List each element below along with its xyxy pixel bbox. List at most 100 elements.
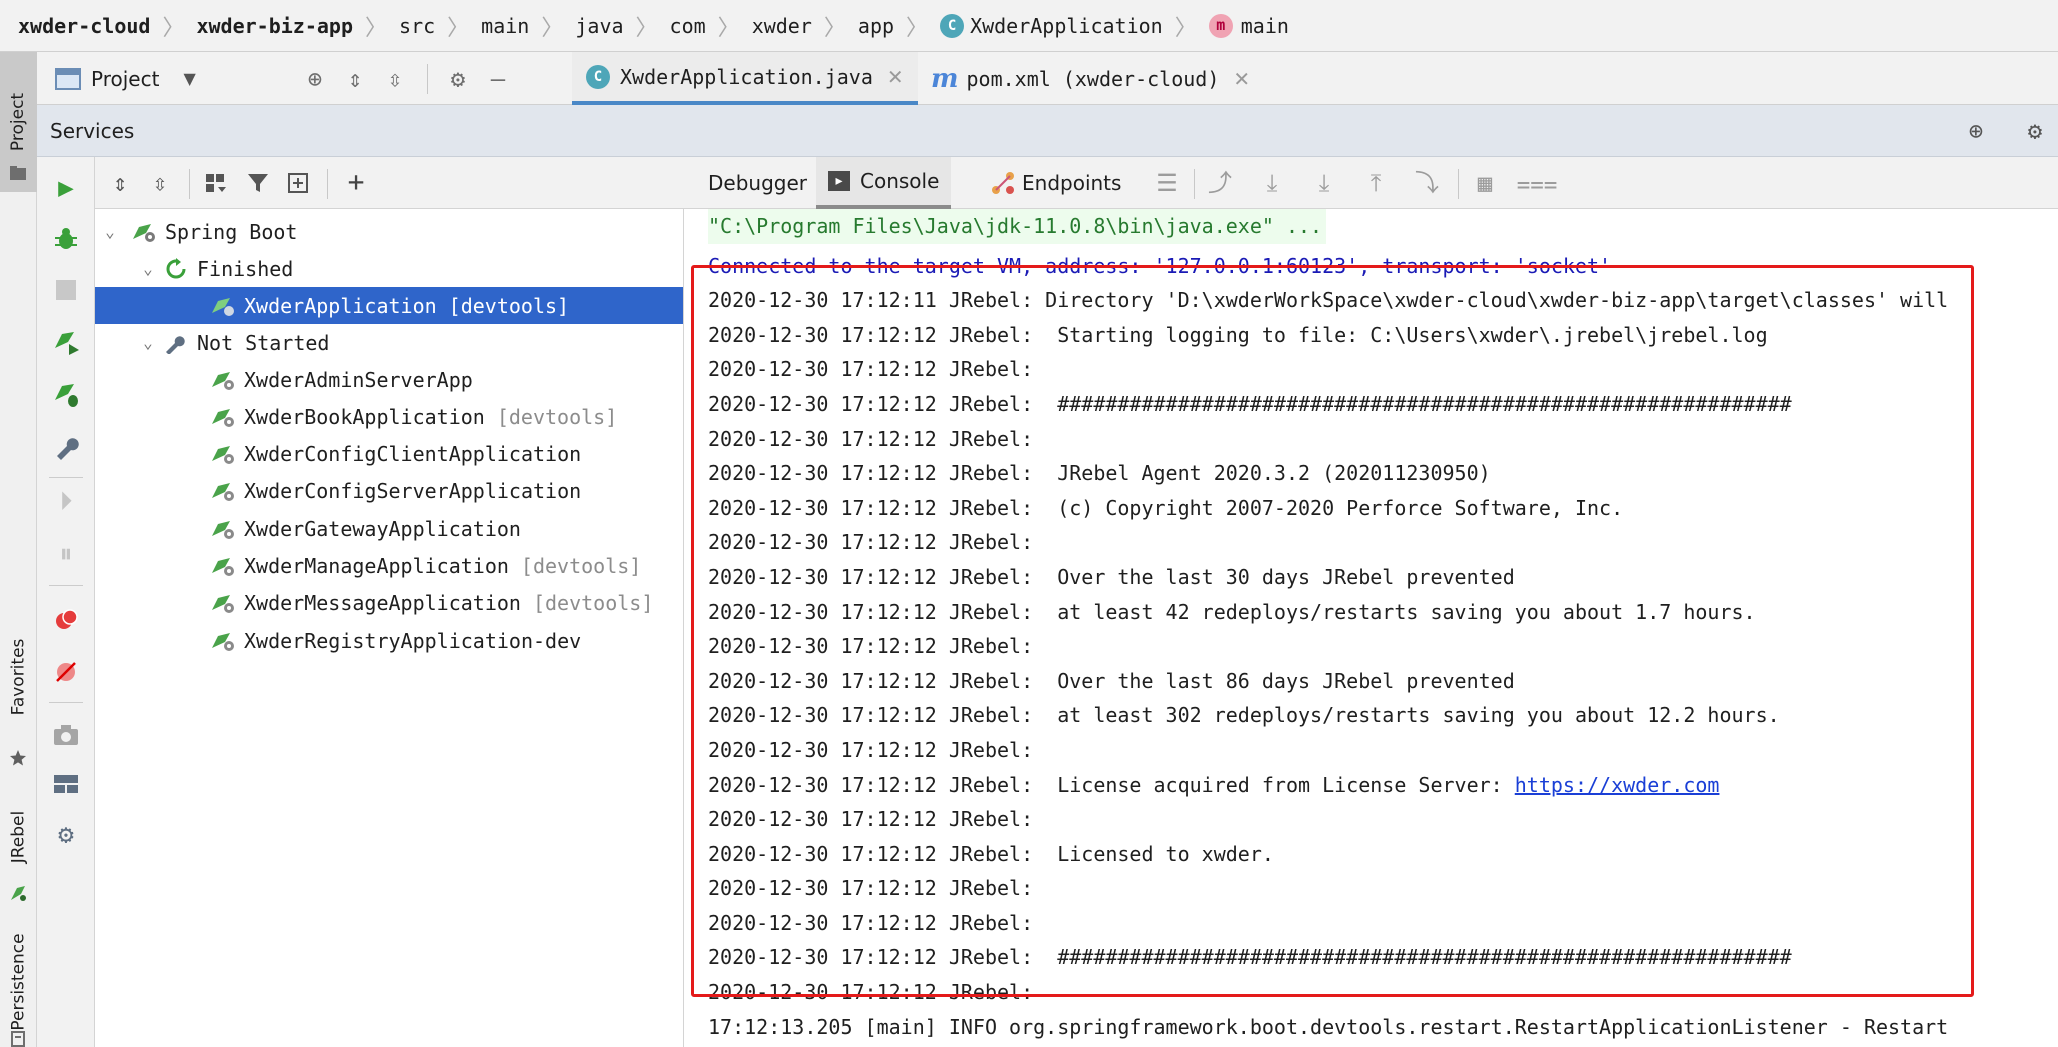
services-action-toolbar: ▶ ⏵ ⏸ ⚙: [37, 157, 95, 1047]
spring-boot-app-icon: [212, 446, 234, 465]
mute-breakpoints-icon[interactable]: [51, 657, 81, 687]
menu-icon[interactable]: ☰: [1154, 170, 1180, 196]
settings-icon[interactable]: ⚙: [51, 820, 81, 850]
layout-icon[interactable]: [51, 769, 81, 799]
view-breakpoints-icon[interactable]: [51, 605, 81, 635]
tree-node-spring-boot[interactable]: ⌄ Spring Boot: [95, 213, 684, 250]
tab-debugger[interactable]: Debugger: [708, 157, 807, 209]
console-toolbar: Debugger ▸ Console Endpoints ☰ ⤴ ⤓ ⤓ ⤒ ⤵…: [684, 157, 2058, 209]
run-icon[interactable]: ▶: [51, 173, 81, 203]
breadcrumb-separator: 〉: [823, 15, 846, 41]
new-service-icon[interactable]: [285, 170, 311, 196]
console-log-line: 2020-12-30 17:12:12 JRebel: License acqu…: [708, 768, 2058, 803]
breadcrumb-item-class[interactable]: C XwderApplication: [940, 0, 1163, 52]
tree-node-service[interactable]: XwderRegistryApplication-dev: [95, 622, 684, 659]
close-icon[interactable]: ✕: [887, 65, 904, 89]
console-panel: Debugger ▸ Console Endpoints ☰ ⤴ ⤓ ⤓ ⤒ ⤵…: [684, 157, 2058, 1047]
spring-boot-app-icon: [212, 558, 234, 576]
debug-spring-icon[interactable]: [51, 379, 81, 409]
target-icon[interactable]: ⊕: [1963, 118, 1989, 144]
collapse-all-icon[interactable]: ⇳: [147, 170, 173, 196]
console-line-text: 2020-12-30 17:12:12 JRebel: Licensed to …: [708, 841, 1274, 866]
expand-all-icon[interactable]: ⇕: [107, 170, 133, 196]
tree-node-service[interactable]: XwderConfigClientApplication: [95, 436, 684, 473]
spring-boot-app-icon: [212, 520, 234, 539]
tree-node-service[interactable]: XwderConfigServerApplication: [95, 473, 684, 510]
tab-xwder-application-java[interactable]: XwderApplication.java ✕: [572, 52, 918, 105]
tree-node-label: XwderAdminServerApp: [244, 367, 473, 392]
tree-node-service[interactable]: XwderAdminServerApp: [95, 361, 684, 398]
breadcrumb-item-xwder[interactable]: xwder: [752, 0, 812, 52]
license-server-link[interactable]: https://xwder.com: [1515, 773, 1720, 797]
breadcrumb-item-project[interactable]: xwder-cloud: [18, 0, 150, 52]
console-log-line: 2020-12-30 17:12:12 JRebel: (c) Copyrigh…: [708, 491, 2058, 526]
tree-node-service[interactable]: XwderBookApplication [devtools]: [95, 398, 684, 435]
breadcrumb-item-com[interactable]: com: [670, 0, 706, 52]
tab-persistence[interactable]: Persistence: [0, 922, 37, 1042]
step-over-icon[interactable]: ⤓: [1259, 170, 1285, 196]
console-line-text: 2020-12-30 17:12:12 JRebel: Over the las…: [708, 668, 1515, 693]
tree-node-not-started[interactable]: ⌄ Not Started: [133, 324, 684, 361]
breadcrumb-item-main-dir[interactable]: main: [481, 0, 529, 52]
breadcrumb-item-method[interactable]: m main: [1208, 0, 1289, 52]
tree-node-label: XwderRegistryApplication-dev: [244, 628, 582, 653]
console-line-text: 2020-12-30 17:12:12 JRebel:: [708, 910, 1034, 935]
locate-file-icon[interactable]: ⊕: [302, 66, 328, 92]
minimize-icon[interactable]: —: [485, 66, 511, 92]
run-to-cursor-icon[interactable]: ⤵: [1414, 170, 1440, 196]
tab-endpoints[interactable]: Endpoints: [990, 157, 1121, 209]
step-into-icon[interactable]: ⤓: [1311, 170, 1337, 196]
console-line-text: 2020-12-30 17:12:12 JRebel:: [708, 737, 1034, 762]
chevron-down-icon[interactable]: ⌄: [133, 259, 163, 278]
spring-boot-app-icon: [212, 408, 234, 427]
show-execution-point-icon[interactable]: ⤴: [1207, 170, 1233, 196]
tab-pom-xml[interactable]: m pom.xml (xwder-cloud) ✕: [917, 52, 1264, 105]
chevron-down-icon[interactable]: ⌄: [95, 222, 125, 241]
debug-icon[interactable]: [51, 224, 81, 254]
toolbar-separator: [49, 585, 83, 586]
tree-node-xwder-application[interactable]: XwderApplication [devtools]: [95, 287, 683, 324]
expand-all-icon[interactable]: ⇕: [342, 66, 368, 92]
console-log-line: 2020-12-30 17:12:12 JRebel:: [708, 422, 2058, 457]
console-log-line: 2020-12-30 17:12:12 JRebel:: [708, 975, 2058, 1010]
toolbar-separator: [1194, 169, 1195, 199]
close-icon[interactable]: ✕: [1233, 67, 1250, 91]
console-connect-line: Connected to the target VM, address: '12…: [708, 249, 2058, 284]
stop-icon[interactable]: [51, 275, 81, 305]
resume-icon[interactable]: ⏵: [51, 487, 81, 517]
console-line-text: 2020-12-30 17:12:12 JRebel: ############…: [708, 945, 1792, 970]
console-line-text: 2020-12-30 17:12:12 JRebel:: [708, 634, 1034, 659]
breadcrumb-item-src[interactable]: src: [399, 0, 435, 52]
devtools-tag: [devtools]: [448, 293, 570, 318]
rerun-icon: [166, 257, 186, 278]
console-log-line: 2020-12-30 17:12:12 JRebel:: [708, 629, 2058, 664]
tree-node-finished[interactable]: ⌄ Finished: [133, 250, 684, 287]
gear-icon[interactable]: ⚙: [445, 66, 471, 92]
tab-favorites[interactable]: Favorites: [0, 592, 37, 762]
filter-icon[interactable]: [245, 170, 271, 196]
wrench-icon[interactable]: [51, 432, 81, 462]
group-by-icon[interactable]: [203, 170, 229, 196]
spring-boot-app-icon: [212, 595, 234, 614]
toolbar-separator: [49, 702, 83, 703]
collapse-all-icon[interactable]: ⇳: [382, 66, 408, 92]
settings-gear-icon[interactable]: ⚙: [2022, 118, 2048, 144]
breadcrumb-separator: 〉: [541, 15, 564, 41]
chevron-down-icon[interactable]: ⌄: [133, 333, 163, 352]
tab-jrebel[interactable]: JRebel: [0, 782, 37, 892]
pause-icon[interactable]: ⏸: [51, 539, 81, 569]
tree-node-service[interactable]: XwderMessageApplication [devtools]: [95, 585, 684, 622]
camera-icon[interactable]: [51, 720, 81, 750]
breadcrumb-item-java[interactable]: java: [575, 0, 623, 52]
breadcrumb-item-app[interactable]: app: [858, 0, 894, 52]
project-view-selector[interactable]: Project ▼: [55, 52, 196, 105]
add-service-icon[interactable]: +: [343, 168, 369, 196]
tree-node-service[interactable]: XwderManageApplication [devtools]: [95, 548, 684, 585]
step-out-icon[interactable]: ⤒: [1363, 170, 1389, 196]
tab-console[interactable]: ▸ Console: [816, 157, 952, 209]
breadcrumb-item-module[interactable]: xwder-biz-app: [196, 0, 353, 52]
tree-node-service[interactable]: XwderGatewayApplication: [95, 510, 684, 547]
evaluate-expression-icon[interactable]: ▦: [1472, 170, 1498, 196]
run-spring-icon[interactable]: [51, 327, 81, 357]
trace-icon[interactable]: ⩶: [1516, 170, 1557, 196]
